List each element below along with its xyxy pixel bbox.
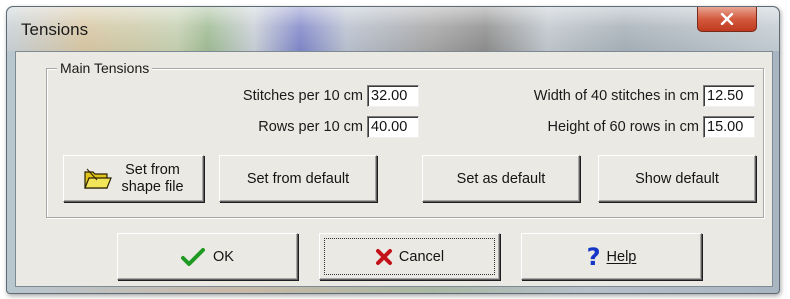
set-from-shape-line1: Set from (125, 161, 180, 178)
set-from-default-button[interactable]: Set from default (219, 155, 377, 202)
help-label: Help (606, 248, 637, 265)
ok-button[interactable]: OK (117, 233, 298, 280)
window-title: Tensions (21, 20, 89, 39)
tensions-window: Tensions Main Tensions Stitches per 10 c… (6, 6, 780, 294)
stitches-per-10cm-input[interactable] (367, 85, 419, 107)
height-of-60-rows-input[interactable] (703, 116, 755, 138)
set-from-shape-line2: shape file (121, 178, 184, 195)
show-default-label: Show default (635, 170, 719, 187)
set-as-default-button[interactable]: Set as default (422, 155, 580, 202)
close-icon (720, 13, 734, 25)
ok-label: OK (213, 248, 234, 265)
set-from-default-label: Set from default (246, 170, 350, 187)
cancel-button[interactable]: Cancel (319, 233, 500, 280)
folder-icon (83, 166, 113, 192)
x-icon (375, 248, 393, 266)
set-from-shape-file-button[interactable]: Set from shape file (63, 155, 204, 202)
show-default-button[interactable]: Show default (598, 155, 756, 202)
title-bar[interactable]: Tensions (7, 7, 779, 51)
checkmark-icon (181, 247, 206, 267)
width-of-40-stitches-label: Width of 40 stitches in cm (533, 88, 699, 104)
cancel-label: Cancel (398, 248, 445, 265)
stitches-per-10cm-label: Stitches per 10 cm (242, 88, 363, 104)
question-mark-icon: ? (586, 242, 601, 271)
main-tensions-group: Main Tensions Stitches per 10 cm Rows pe… (46, 60, 764, 218)
dialog-client-area: Main Tensions Stitches per 10 cm Rows pe… (15, 51, 773, 287)
rows-per-10cm-input[interactable] (367, 116, 419, 138)
set-as-default-label: Set as default (456, 170, 546, 187)
close-button[interactable] (697, 7, 757, 32)
rows-per-10cm-label: Rows per 10 cm (258, 119, 363, 135)
help-button[interactable]: ? Help (521, 233, 702, 280)
height-of-60-rows-label: Height of 60 rows in cm (547, 119, 699, 135)
main-tensions-label: Main Tensions (57, 60, 153, 76)
width-of-40-stitches-input[interactable] (703, 85, 755, 107)
